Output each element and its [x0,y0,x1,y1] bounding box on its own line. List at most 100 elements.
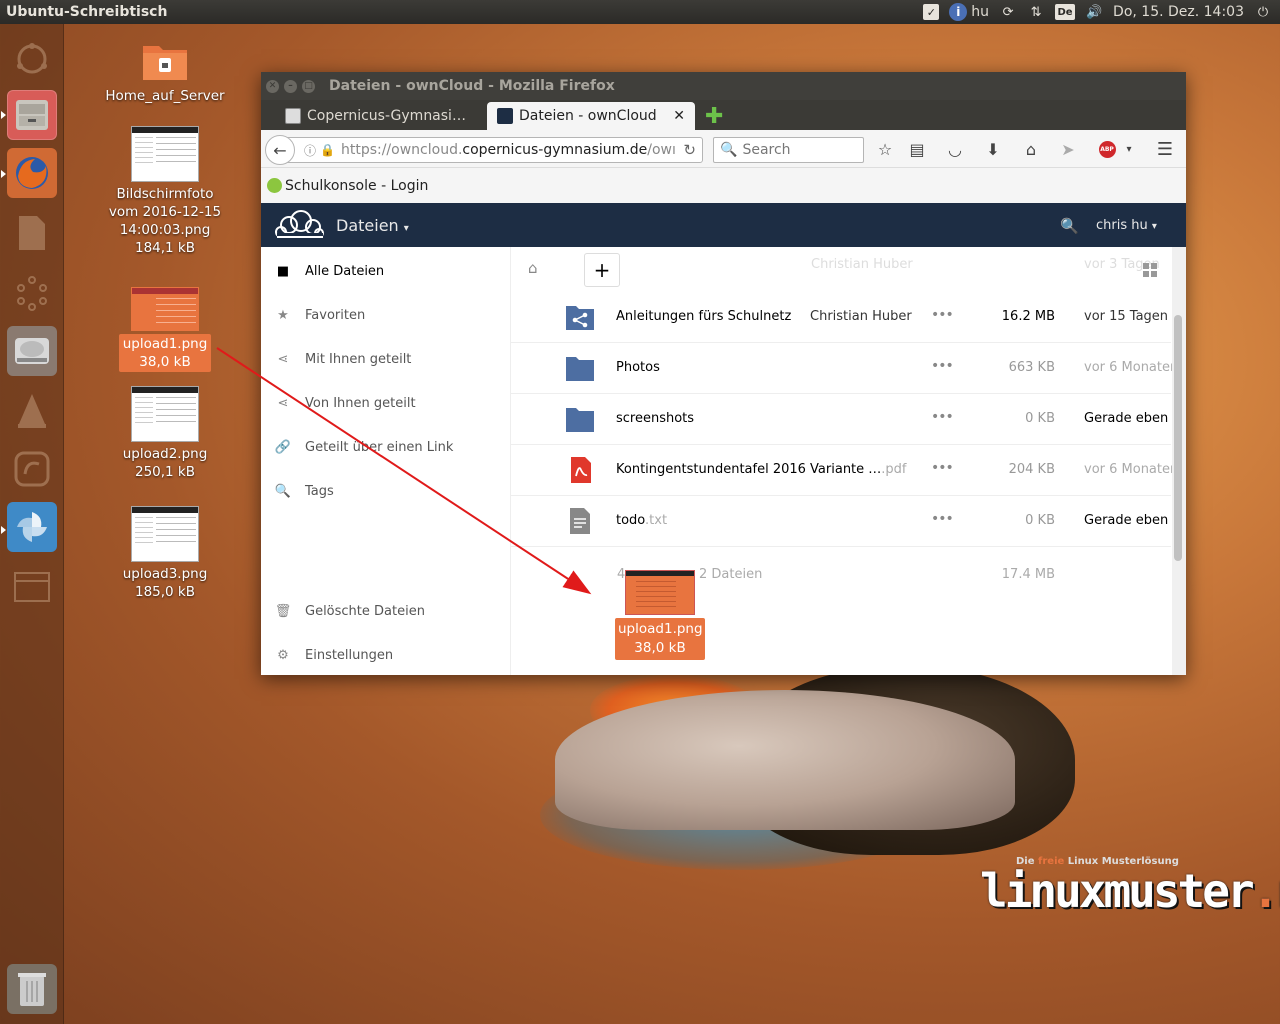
new-file-button[interactable]: + [584,253,620,287]
ubuntu-dash-icon[interactable] [7,34,57,84]
file-actions-icon[interactable]: ••• [931,511,954,527]
apps-icon[interactable] [7,268,57,318]
drag-ghost-size: 38,0 kB [634,640,686,656]
url-suffix: /owı [647,142,676,158]
power-icon[interactable]: ⏻ [1254,3,1272,21]
tab-strip: Copernicus-Gymnasi… Dateien - ownCloud ✕… [261,100,1186,130]
volume-icon[interactable]: 🔊 [1085,3,1103,21]
wallpaper-rock [555,690,1015,830]
file-row[interactable]: Anleitungen fürs Schulnetz Christian Hub… [511,292,1171,343]
adblock-dropdown-icon[interactable]: ▾ [1119,139,1139,159]
disk-icon[interactable] [7,326,57,376]
pocket-icon[interactable]: ◡ [945,139,965,159]
text-editor-icon[interactable] [7,208,57,258]
close-tab-icon[interactable]: ✕ [673,108,685,124]
grid-view-icon[interactable] [1143,263,1157,277]
minimize-window-icon[interactable]: – [284,79,297,93]
file-name[interactable]: Anleitungen fürs Schulnetz [616,309,791,324]
close-window-icon[interactable]: ✕ [266,79,279,93]
bookmark-schulkonsole[interactable]: Schulkonsole - Login [285,178,428,194]
keyboard-short[interactable]: hu [971,4,989,20]
firefox-icon[interactable] [7,148,57,198]
sidebar-item-label: Alle Dateien [305,263,385,279]
info-icon[interactable]: i [949,3,968,21]
link-icon: 🔗 [274,439,292,455]
sidebar-item-all-files[interactable]: ■ Alle Dateien [275,263,384,279]
desktop-icon-screenshot[interactable]: Bildschirmfoto vom 2016-12-15 14:00:03.p… [105,126,225,257]
desktop-icon-size: 184,1 kB [134,240,196,256]
home-icon[interactable]: ⌂ [1021,139,1041,159]
scrollbar-thumb[interactable] [1174,315,1182,561]
file-date: vor 15 Tagen [1084,309,1169,324]
sync-icon[interactable]: ⟳ [999,3,1017,21]
owncloud-logo-icon[interactable] [273,209,325,241]
tab-copernicus[interactable]: Copernicus-Gymnasi… [275,102,485,130]
user-menu[interactable]: chris hu ▾ [1096,218,1157,233]
hamburger-menu-icon[interactable]: ☰ [1155,139,1175,160]
file-basename: todo [616,513,646,528]
libreoffice-icon[interactable] [7,444,57,494]
folder-icon: ■ [276,263,290,279]
download-icon[interactable]: ⬇ [983,139,1003,159]
sidebar-item-label: Geteilt über einen Link [305,439,454,455]
desktop-icon-upload3[interactable]: upload3.png 185,0 kB [105,506,225,601]
desktop-icon-home-server[interactable]: Home_auf_Server [105,40,225,105]
app-menu[interactable]: Dateien ▾ [336,216,409,235]
sidebar-item-tags[interactable]: 🔍 Tags [275,483,334,499]
clock[interactable]: Do, 15. Dez. 14:03 [1113,4,1244,20]
sidebar-item-settings[interactable]: ⚙ Einstellungen [275,647,393,663]
sidebar-item-deleted-files[interactable]: 🗑 Gelöschte Dateien [275,603,425,619]
file-actions-icon[interactable]: ••• [931,409,954,425]
new-tab-icon[interactable]: ✚ [705,104,723,129]
file-row[interactable]: Photos ••• 663 KB vor 6 Monaten [511,343,1178,394]
search-box[interactable]: 🔍 Search [713,137,864,163]
breadcrumb-home-icon[interactable]: ⌂ [528,259,538,277]
file-size: 204 KB [1008,462,1055,477]
file-actions-icon[interactable]: ••• [931,358,954,374]
file-basename: Kontingentstundentafel 2016 Variante … [616,462,882,477]
file-actions-icon[interactable]: ••• [931,307,954,323]
sidebar-item-shared-by-link[interactable]: 🔗 Geteilt über einen Link [274,439,454,455]
network-icon[interactable]: ⇅ [1027,3,1045,21]
file-name[interactable]: Kontingentstundentafel 2016 Variante ….p… [616,462,907,477]
sidebar-item-favorites[interactable]: ★ Favoriten [275,307,365,323]
keyboard-layout-icon[interactable]: De [1055,4,1076,20]
reading-list-icon[interactable]: ▤ [907,139,927,159]
sidebar-item-shared-by-you[interactable]: ⋖ Von Ihnen geteilt [275,395,416,411]
file-name[interactable]: screenshots [616,411,694,426]
checkbox-icon[interactable]: ✓ [923,4,940,20]
url-bar[interactable]: ⓘ 🔒 https://owncloud. copernicus-gymnasiu… [287,137,703,163]
file-row[interactable]: todo.txt ••• 0 KB Gerade eben [511,496,1171,547]
file-name[interactable]: Photos [616,360,660,375]
sidebar-item-label: Einstellungen [305,647,394,663]
file-date: Gerade eben [1084,411,1169,426]
file-size: 0 KB [1025,411,1055,426]
pdf-icon [571,457,591,483]
file-actions-icon[interactable]: ••• [931,460,954,476]
file-name[interactable]: todo.txt [616,513,667,528]
adblock-icon[interactable]: ABP [1097,139,1117,159]
workspace-icon[interactable] [7,562,57,612]
shutter-icon[interactable] [7,502,57,552]
file-row[interactable]: Kontingentstundentafel 2016 Variante ….p… [511,445,1178,496]
maximize-window-icon[interactable]: □ [302,79,315,93]
trash-launcher-icon[interactable] [7,964,57,1014]
files-icon[interactable] [7,90,57,140]
back-button[interactable]: ← [265,135,295,165]
vlc-icon[interactable] [7,386,57,436]
desktop-icon-upload2[interactable]: upload2.png 250,1 kB [105,386,225,481]
site-info-icon[interactable]: ⓘ [304,142,316,159]
ghost-owner: Christian Huber [811,257,913,272]
file-row[interactable]: screenshots ••• 0 KB Gerade eben [511,394,1171,445]
tab-owncloud[interactable]: Dateien - ownCloud ✕ [487,102,695,130]
scrollbar[interactable] [1172,247,1186,675]
desktop-icon-upload1[interactable]: upload1.png 38,0 kB [105,287,225,372]
send-icon[interactable]: ➤ [1058,139,1078,159]
bookmark-star-icon[interactable]: ☆ [875,139,895,159]
window-titlebar[interactable]: ✕ – □ Dateien - ownCloud - Mozilla Firef… [261,72,1186,100]
sidebar-item-shared-with-you[interactable]: ⋖ Mit Ihnen geteilt [275,351,412,367]
summary-total: 17.4 MB [1001,567,1055,582]
search-icon[interactable]: 🔍 [1060,217,1079,235]
tab-label: Copernicus-Gymnasi… [307,108,466,124]
reload-icon[interactable]: ↻ [683,141,696,159]
